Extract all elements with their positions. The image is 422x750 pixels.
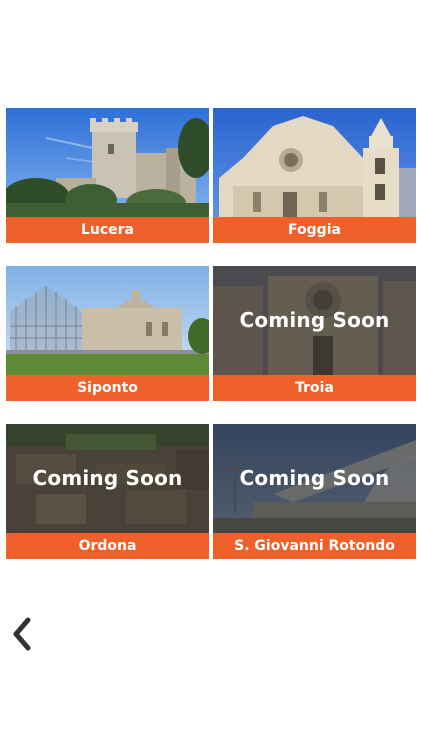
coming-soon-overlay: Coming Soon: [213, 424, 416, 533]
city-card-san-giovanni-rotondo[interactable]: Coming Soon S. Giovanni Rotondo: [213, 424, 416, 559]
coming-soon-overlay: Coming Soon: [213, 266, 416, 375]
city-label-troia: Troia: [213, 375, 416, 401]
city-label-foggia: Foggia: [213, 217, 416, 243]
siponto-photo: [6, 266, 209, 375]
back-button[interactable]: [4, 612, 40, 656]
city-selection-screen: Lucera Foggia Siponto Coming Soon Troia …: [0, 0, 422, 750]
coming-soon-overlay: Coming Soon: [6, 424, 209, 533]
city-label-ordona: Ordona: [6, 533, 209, 559]
foggia-photo: [213, 108, 416, 217]
lucera-photo: [6, 108, 209, 217]
city-label-san-giovanni-rotondo: S. Giovanni Rotondo: [213, 533, 416, 559]
modern-church-photo: Coming Soon: [213, 424, 416, 533]
troia-cathedral-photo: Coming Soon: [213, 266, 416, 375]
city-card-lucera[interactable]: Lucera: [6, 108, 209, 243]
city-card-troia[interactable]: Coming Soon Troia: [213, 266, 416, 401]
city-label-siponto: Siponto: [6, 375, 209, 401]
city-card-siponto[interactable]: Siponto: [6, 266, 209, 401]
ruins-photo: Coming Soon: [6, 424, 209, 533]
coming-soon-text: Coming Soon: [32, 466, 183, 490]
city-label-lucera: Lucera: [6, 217, 209, 243]
chevron-left-icon: [13, 617, 31, 651]
city-card-foggia[interactable]: Foggia: [213, 108, 416, 243]
coming-soon-text: Coming Soon: [239, 308, 390, 332]
city-card-ordona[interactable]: Coming Soon Ordona: [6, 424, 209, 559]
coming-soon-text: Coming Soon: [239, 466, 390, 490]
